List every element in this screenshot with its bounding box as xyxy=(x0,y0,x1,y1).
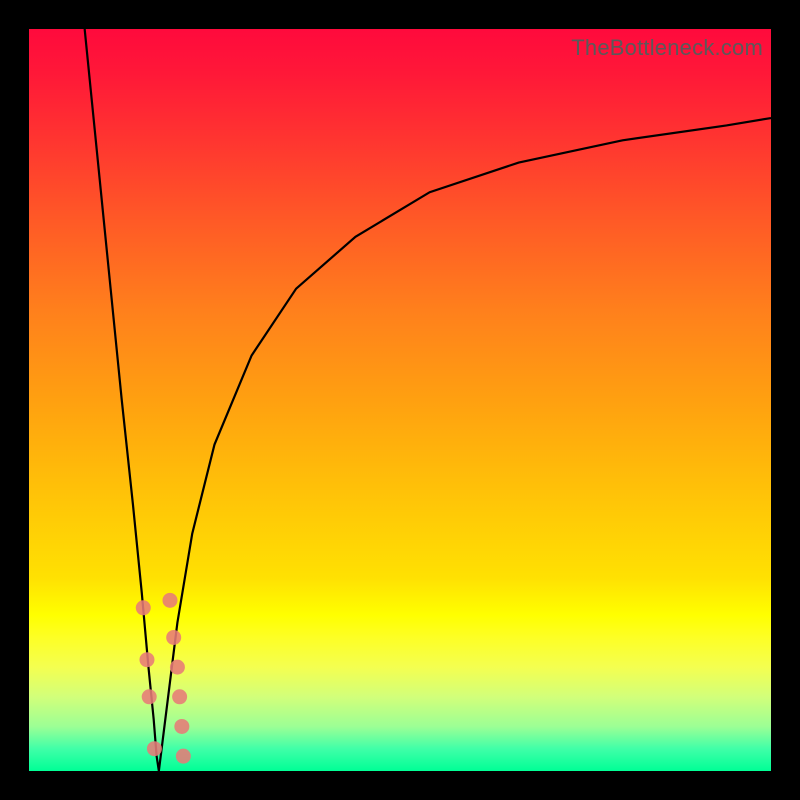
data-point xyxy=(176,749,191,764)
data-point xyxy=(166,630,181,645)
plot-area: TheBottleneck.com xyxy=(29,29,771,771)
curve-path xyxy=(85,29,771,771)
chart-frame: TheBottleneck.com xyxy=(0,0,800,800)
data-point xyxy=(139,652,154,667)
data-point xyxy=(142,689,157,704)
chart-svg xyxy=(29,29,771,771)
data-point xyxy=(136,600,151,615)
data-point xyxy=(174,719,189,734)
data-point xyxy=(170,660,185,675)
data-point xyxy=(172,689,187,704)
data-point xyxy=(162,593,177,608)
data-point xyxy=(147,741,162,756)
